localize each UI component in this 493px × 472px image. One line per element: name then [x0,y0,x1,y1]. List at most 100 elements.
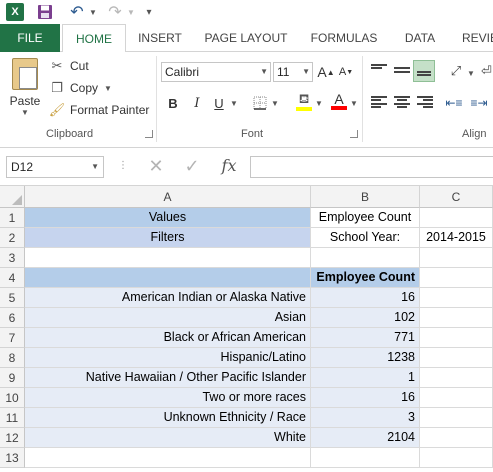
top-align-icon[interactable] [370,62,388,78]
cell[interactable] [420,368,493,388]
tab-insert[interactable]: INSERT [128,24,192,52]
align-left-icon[interactable] [370,94,388,110]
row-header[interactable]: 7 [0,328,25,348]
row-header[interactable]: 9 [0,368,25,388]
tab-formulas[interactable]: FORMULAS [300,24,388,52]
count-cell[interactable]: 2104 [311,428,420,448]
grow-font-button[interactable]: A ▲ [317,61,334,83]
undo-icon[interactable]: ↶ [66,2,88,22]
count-cell[interactable]: 16 [311,288,420,308]
values-label-cell[interactable]: Values [25,208,311,228]
chevron-down-icon[interactable]: ▼ [91,157,99,177]
borders-button[interactable] [250,92,270,114]
category-cell[interactable]: Unknown Ethnicity / Race [25,408,311,428]
bottom-align-icon[interactable] [413,60,435,82]
cell[interactable] [420,328,493,348]
formula-bar-grip-icon[interactable]: ⋮ [118,160,128,171]
filters-field-cell[interactable]: School Year: [311,228,420,248]
font-color-dropdown-icon[interactable]: ▼ [349,92,359,114]
select-all-button[interactable] [0,186,25,208]
paste-button[interactable]: Paste ▼ [6,56,44,120]
tab-data[interactable]: DATA [392,24,448,52]
tab-home[interactable]: HOME [62,24,126,53]
row-header[interactable]: 12 [0,428,25,448]
cell[interactable] [311,448,420,468]
count-cell[interactable]: 1238 [311,348,420,368]
cancel-icon[interactable]: ✕ [146,156,166,178]
font-name-combo[interactable]: Calibri ▼ [161,62,271,82]
filters-label-cell[interactable]: Filters [25,228,311,248]
category-cell[interactable]: White [25,428,311,448]
tab-review[interactable]: REVIE [452,24,493,52]
copy-button[interactable]: ❐ Copy ▼ [48,78,112,98]
undo-dropdown-icon[interactable]: ▼ [88,2,98,22]
fill-color-button[interactable]: ⛾ [294,90,314,112]
underline-button[interactable]: U [210,92,228,114]
name-box[interactable]: D12 ▼ [6,156,104,178]
column-header-a[interactable]: A [25,186,311,208]
font-launcher-icon[interactable] [350,130,358,138]
borders-dropdown-icon[interactable]: ▼ [270,92,280,114]
font-size-combo[interactable]: 11 ▼ [273,62,313,82]
cell[interactable] [420,408,493,428]
save-icon[interactable] [36,2,54,22]
decrease-indent-icon[interactable]: ⇤≡ [444,92,464,114]
column-header-b[interactable]: B [311,186,420,208]
cell[interactable] [420,288,493,308]
cell[interactable] [25,248,311,268]
row-header[interactable]: 1 [0,208,25,228]
category-cell[interactable]: Black or African American [25,328,311,348]
row-header[interactable]: 10 [0,388,25,408]
count-cell[interactable]: 102 [311,308,420,328]
bold-button[interactable]: B [164,92,182,114]
cell[interactable] [420,208,493,228]
formula-input[interactable] [250,156,493,178]
cell[interactable] [420,308,493,328]
cell[interactable] [420,348,493,368]
cell[interactable] [420,388,493,408]
row-header[interactable]: 2 [0,228,25,248]
row-header[interactable]: 11 [0,408,25,428]
cell[interactable] [420,448,493,468]
category-cell[interactable]: American Indian or Alaska Native [25,288,311,308]
redo-dropdown-icon[interactable]: ▼ [126,2,136,22]
values-value-cell[interactable]: Employee Count [311,208,420,228]
count-cell[interactable]: 3 [311,408,420,428]
shrink-font-button[interactable]: A ▼ [338,61,354,83]
count-cell[interactable]: 1 [311,368,420,388]
copy-dropdown-icon[interactable]: ▼ [104,84,112,93]
middle-align-icon[interactable] [393,62,411,78]
pivot-header-cell[interactable] [25,268,311,288]
cell[interactable] [420,268,493,288]
chevron-down-icon[interactable]: ▼ [260,63,268,81]
category-cell[interactable]: Asian [25,308,311,328]
row-header[interactable]: 6 [0,308,25,328]
cut-button[interactable]: ✂ Cut [48,56,89,76]
column-header-c[interactable]: C [420,186,493,208]
wrap-text-icon[interactable]: ⏎ [480,60,493,82]
orientation-dropdown-icon[interactable]: ▼ [466,62,476,84]
orientation-icon[interactable]: ⤢ [446,60,466,82]
align-right-icon[interactable] [416,94,434,110]
format-painter-button[interactable]: 🖌 Format Painter [48,100,150,120]
row-header[interactable]: 3 [0,248,25,268]
paste-dropdown-icon[interactable]: ▼ [6,108,44,117]
redo-icon[interactable]: ↷ [104,2,126,22]
cell[interactable] [311,248,420,268]
row-header[interactable]: 13 [0,448,25,468]
row-header[interactable]: 4 [0,268,25,288]
row-header[interactable]: 5 [0,288,25,308]
clipboard-launcher-icon[interactable] [145,130,153,138]
align-center-icon[interactable] [393,94,411,110]
enter-icon[interactable]: ✓ [182,156,202,178]
tab-file[interactable]: FILE [0,24,60,52]
cell[interactable] [420,428,493,448]
category-cell[interactable]: Two or more races [25,388,311,408]
count-cell[interactable]: 771 [311,328,420,348]
count-cell[interactable]: 16 [311,388,420,408]
customize-toolbar-icon[interactable]: ▾ [142,2,156,22]
category-cell[interactable]: Native Hawaiian / Other Pacific Islander [25,368,311,388]
filters-value-cell[interactable]: 2014-2015 [420,228,493,248]
cell[interactable] [420,248,493,268]
row-header[interactable]: 8 [0,348,25,368]
